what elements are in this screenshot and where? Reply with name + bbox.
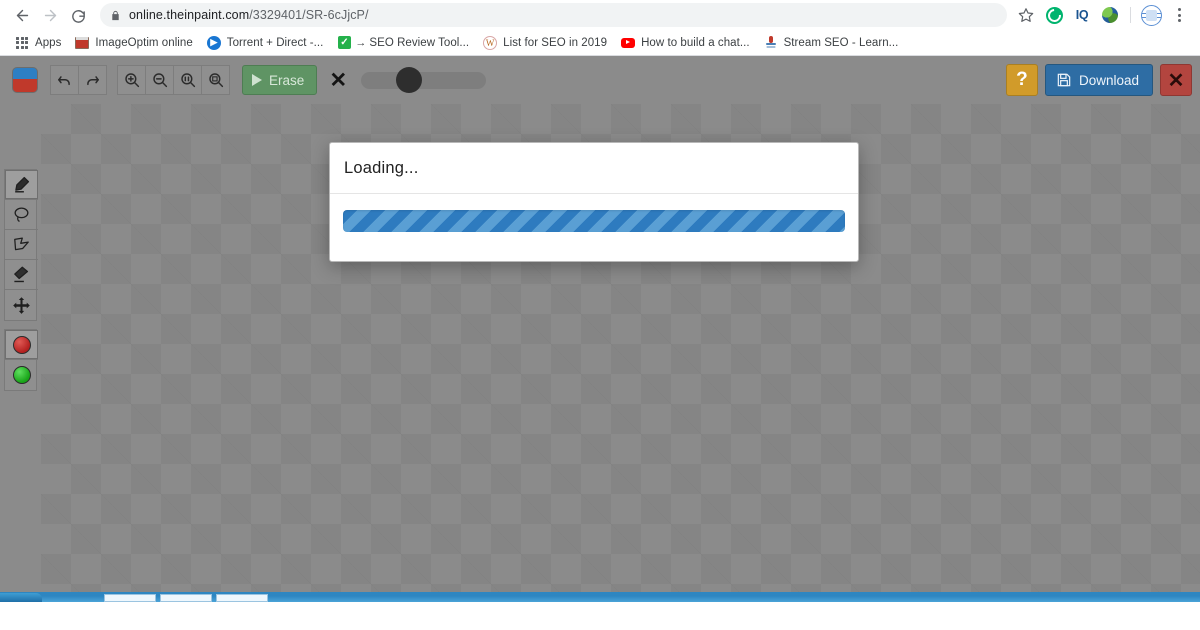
polygon-lasso-tool[interactable] [5,230,38,260]
bookmarks-bar: Apps ImageOptim online ▶ Torrent + Direc… [0,30,1200,56]
dialog-title: Loading... [344,159,419,177]
redo-button[interactable] [78,65,107,95]
red-swatch-dot [12,335,31,354]
reload-button[interactable] [64,1,92,29]
inpaint-logo [12,67,38,93]
toolbar-divider [1130,7,1131,23]
bookmark-label: Stream SEO - Learn... [783,36,899,49]
bookmark-label: SEO Review Tool... [369,36,470,49]
imageoptim-favicon [75,36,90,50]
move-arrows-icon [13,296,30,314]
star-icon[interactable] [1013,2,1039,28]
brush-size-thumb[interactable] [396,66,423,93]
zoom-fit-screen-button[interactable] [201,65,230,95]
omnibox-actions: IQ [1013,2,1192,28]
polygon-lasso-icon [14,237,29,251]
erase-button[interactable]: Erase [242,65,318,95]
browser-toolbar: online.theinpaint.com/3329401/SR-6cJjcP/… [0,0,1200,30]
eraser-icon [14,266,29,283]
clear-icon: ✕ [329,68,348,92]
taskbar-window-button[interactable] [160,594,212,602]
clear-selection-button[interactable]: ✕ [323,65,353,95]
apps-grid-icon [15,36,29,50]
dialog-body [330,194,858,261]
help-button-label: ? [1016,69,1028,90]
bookmark-label: ImageOptim online [95,36,193,49]
inpaint-app: Erase ✕ ? Download ✕ Loading... [0,56,1200,602]
checkmark-favicon: ✓ [337,36,351,50]
loading-progress-bar [343,210,845,232]
brush-size-slider[interactable] [361,66,487,93]
lasso-icon [14,207,29,222]
move-tool[interactable] [5,290,38,320]
bookmark-label: Torrent + Direct -... [226,36,324,49]
back-button[interactable] [8,1,36,29]
bookmark-imageoptim[interactable]: ImageOptim online [69,32,200,54]
os-taskbar [0,592,1200,602]
loading-dialog: Loading... [329,142,859,262]
iq-extension-label: IQ [1075,8,1089,22]
download-button[interactable]: Download [1044,64,1153,96]
youtube-favicon [621,36,636,50]
bookmark-torrent[interactable]: ▶ Torrent + Direct -... [201,32,332,54]
bookmark-list-for-seo[interactable]: W List for SEO in 2019 [477,32,615,54]
dialog-header: Loading... [330,143,858,194]
bookmark-label: Apps [35,36,62,49]
toolbar-right-group: ? Download ✕ [1005,64,1192,96]
zoom-out-button[interactable] [145,65,174,95]
red-swatch[interactable] [5,330,38,360]
taskbar-window-button[interactable] [216,594,268,602]
start-button[interactable] [0,593,42,602]
erase-button-label: Erase [269,72,305,88]
bookmark-prefix-arrow: → [355,36,367,49]
bookmark-apps[interactable]: Apps [9,32,69,54]
streamseo-favicon [764,36,778,50]
url-text: online.theinpaint.com/3329401/SR-6cJjcP/ [129,8,369,22]
save-disk-icon [1057,73,1071,87]
kebab-menu-icon[interactable] [1166,2,1192,28]
bookmark-label: How to build a chat... [641,36,750,49]
zoom-in-button[interactable] [117,65,146,95]
bookmark-how-to-build-chat[interactable]: How to build a chat... [615,32,758,54]
taskbar-window-button[interactable] [104,594,156,602]
tool-palette [0,104,41,602]
bookmark-seo-review-tools[interactable]: ✓ → SEO Review Tool... [331,32,477,54]
address-bar[interactable]: online.theinpaint.com/3329401/SR-6cJjcP/ [100,3,1007,27]
close-icon: ✕ [1167,69,1185,92]
undo-button[interactable] [50,65,79,95]
close-editor-button[interactable]: ✕ [1160,64,1192,96]
bookmark-stream-seo[interactable]: Stream SEO - Learn... [758,32,907,54]
lock-icon [110,10,121,21]
marker-tool[interactable] [5,170,38,200]
torrent-favicon: ▶ [206,35,221,50]
wikipedia-favicon: W [483,35,498,50]
tool-group [4,169,38,321]
forward-button[interactable] [36,1,64,29]
iq-extension-icon[interactable]: IQ [1069,2,1095,28]
download-button-label: Download [1078,72,1139,88]
bookmark-label: List for SEO in 2019 [503,36,608,49]
history-button-group [50,65,107,95]
green-swatch[interactable] [5,360,38,390]
lasso-tool[interactable] [5,200,38,230]
help-button[interactable]: ? [1005,64,1038,96]
globe-extension-icon[interactable] [1097,2,1123,28]
marker-icon [15,176,30,193]
eraser-tool[interactable] [5,260,38,290]
app-toolbar: Erase ✕ ? Download ✕ [0,56,1200,104]
seo-meter-extension-icon[interactable] [1138,2,1164,28]
zoom-button-group [117,65,230,95]
color-group [4,329,38,391]
grammarly-extension-icon[interactable] [1041,2,1067,28]
zoom-actual-size-button[interactable] [173,65,202,95]
play-icon [252,74,262,86]
browser-chrome: online.theinpaint.com/3329401/SR-6cJjcP/… [0,0,1200,56]
green-swatch-dot [12,366,31,384]
